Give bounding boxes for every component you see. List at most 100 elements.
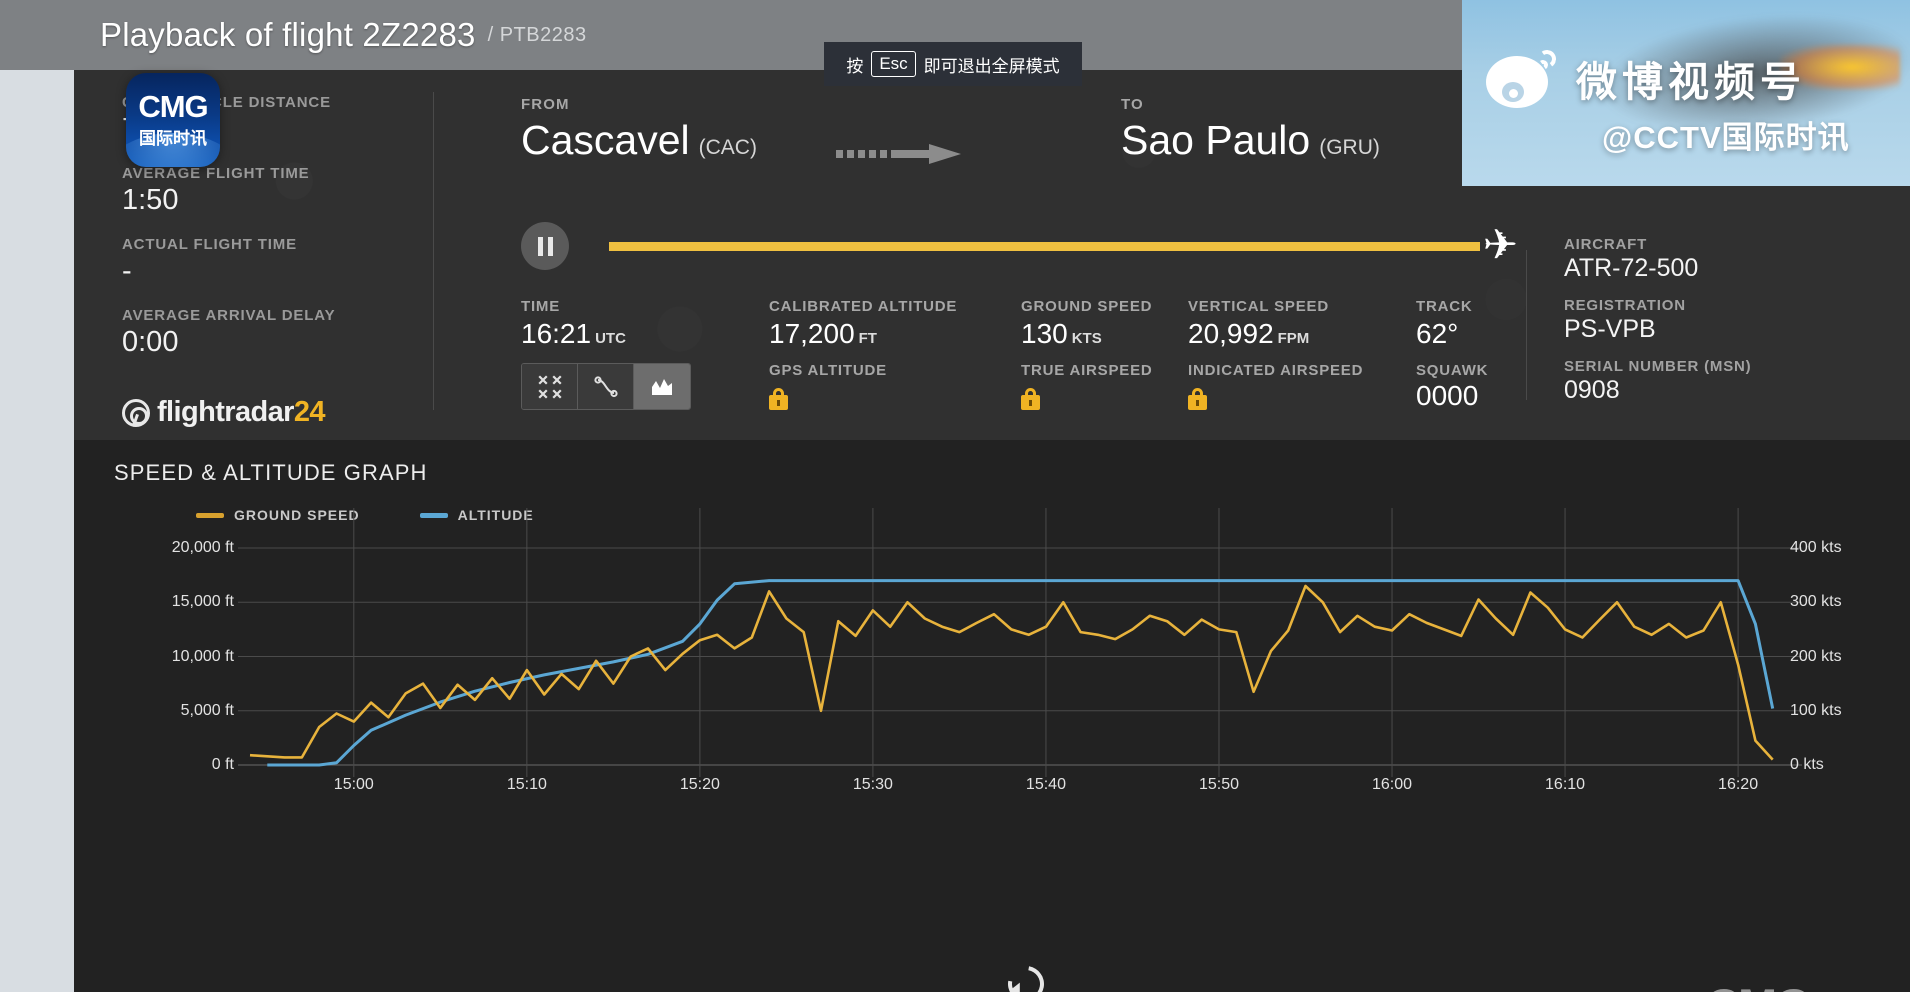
route-destination: TO Sao Paulo (GRU) — [1121, 96, 1380, 164]
x-axis-tick-label: 16:00 — [1371, 776, 1413, 793]
app-root: Playback of flight 2Z2283 / PTB2283 按 Es… — [0, 0, 1910, 992]
x-axis-tick-label: 16:20 — [1718, 776, 1759, 793]
metric-sub-label: TRUE AIRSPEED — [1021, 362, 1153, 379]
route-line-icon — [593, 375, 618, 397]
playback-progress-slider[interactable]: ✈ — [609, 223, 1518, 265]
title-callsign: PTB2283 — [499, 23, 587, 46]
lock-icon[interactable] — [1188, 388, 1207, 410]
page-title: Playback of flight 2Z2283 — [100, 16, 476, 53]
stat-average-flight-time: AVERAGE FLIGHT TIME 1:50 — [122, 165, 384, 217]
lock-icon[interactable] — [769, 388, 788, 410]
metric-track: TRACK 62° SQUAWK 0000 — [1416, 298, 1488, 412]
playback-controls: ✈ — [521, 218, 1526, 274]
aircraft-label: REGISTRATION — [1564, 297, 1686, 314]
x-axis-tick-label: 15:30 — [852, 776, 893, 793]
aircraft-label: SERIAL NUMBER (MSN) — [1564, 358, 1752, 375]
route-and-playback-column: FROM Cascavel (CAC) TO Sao Paulo (GRU) ✈… — [433, 70, 1526, 440]
aircraft-value: 0908 — [1564, 376, 1620, 404]
y-axis-left-tick-label: 15,000 ft — [171, 593, 234, 611]
y-axis-right-tick-label: 200 kts — [1790, 647, 1842, 665]
metric-value: 17,200 — [769, 318, 855, 349]
playback-progress-fill — [609, 241, 1480, 251]
fr24-name: flightradar — [157, 396, 294, 428]
route-to-city: Sao Paulo — [1121, 117, 1311, 163]
pause-icon-bar — [537, 236, 543, 256]
video-letterbox-left — [0, 0, 74, 992]
title-separator: / — [487, 23, 494, 46]
flightradar24-wordmark: flightradar24 — [157, 396, 325, 429]
weibo-logo-icon — [1486, 48, 1560, 108]
flight-summary-column: GREAT CIRCLE DISTANCE 73 AVERAGE FLIGHT … — [74, 70, 384, 440]
y-axis-left-tick-label: 10,000 ft — [171, 647, 234, 665]
cmg-watermark: CMG 国际时讯 — [1706, 982, 1812, 992]
metric-unit: FT — [858, 330, 877, 347]
x-axis-tick-label: 15:40 — [1025, 776, 1066, 793]
stat-label: AVERAGE ARRIVAL DELAY — [122, 307, 336, 324]
collapse-view-button[interactable] — [522, 364, 578, 409]
lock-icon[interactable] — [1021, 388, 1040, 410]
cmg-watermark-letters: CMG — [1706, 982, 1812, 992]
speed-altitude-graph-panel: SPEED & ALTITUDE GRAPH GROUND SPEED ALTI… — [74, 440, 1910, 992]
aircraft-label: AIRCRAFT — [1564, 236, 1648, 253]
metric-unit: UTC — [595, 330, 626, 347]
y-axis-right-tick-label: 100 kts — [1790, 701, 1842, 719]
graph-view-button[interactable] — [634, 364, 690, 409]
y-axis-right-ticks: 0 kts 100 kts 200 kts 300 kts 400 kts — [1790, 440, 1910, 992]
x-axis-tick-label: 15:00 — [333, 776, 374, 793]
weibo-title: 微博视频号 — [1576, 59, 1806, 105]
fr24-suffix: 24 — [293, 396, 326, 428]
metric-label: VERTICAL SPEED — [1188, 298, 1329, 315]
metric-value: 130 — [1021, 318, 1068, 349]
metric-sub-label: SQUAWK — [1416, 362, 1489, 379]
metric-value-wrap: 20,992 FPM — [1188, 318, 1363, 350]
stat-value: 1:50 — [122, 184, 179, 216]
stat-label: ACTUAL FLIGHT TIME — [122, 236, 298, 253]
stat-value: 0:00 — [122, 326, 179, 358]
route-to-code: (GRU) — [1319, 136, 1380, 159]
weibo-title-row: 微博视频号 — [1486, 48, 1806, 108]
radar-icon — [122, 398, 150, 427]
metric-value: 62° — [1416, 318, 1459, 349]
aircraft-type: AIRCRAFT ATR-72-500 — [1564, 236, 1910, 283]
x-axis-tick-label: 16:10 — [1545, 776, 1586, 793]
x-axis-tick-label: 15:50 — [1198, 776, 1240, 793]
aircraft-registration: REGISTRATION PS-VPB — [1564, 297, 1910, 344]
esc-tooltip-suffix: 即可退出全屏模式 — [923, 56, 1060, 76]
graph-plot — [238, 508, 1802, 777]
metric-calibrated-altitude: CALIBRATED ALTITUDE 17,200 FT GPS ALTITUD… — [769, 298, 957, 410]
video-letterbox-left-top — [0, 0, 74, 70]
aircraft-value: ATR-72-500 — [1564, 254, 1699, 282]
route-from-label: FROM — [521, 96, 570, 113]
plane-marker-icon[interactable]: ✈ — [1483, 223, 1518, 266]
cmg-chinese-label: 国际时讯 — [139, 129, 207, 148]
y-axis-left-ticks: 0 ft 5,000 ft 10,000 ft 15,000 ft 20,000 ft — [74, 440, 234, 992]
metric-unit: FPM — [1277, 330, 1310, 347]
metric-value: 16:21 — [521, 318, 592, 349]
pause-icon-bar — [547, 236, 553, 256]
x-axis-ticks: 15:00 15:10 15:20 15:30 15:40 15:50 16:00 16:10… — [74, 776, 1910, 806]
pause-button[interactable] — [521, 222, 569, 270]
esc-key-badge: Esc — [871, 51, 916, 77]
stat-value: - — [122, 255, 132, 287]
y-axis-left-tick-label: 20,000 ft — [171, 539, 234, 556]
collapse-icon — [537, 374, 562, 399]
y-axis-left-tick-label: 0 ft — [211, 756, 234, 773]
area-chart-icon — [652, 378, 672, 395]
cmg-letters: CMG — [138, 89, 208, 124]
metric-value-wrap: 130 KTS — [1021, 318, 1153, 350]
route-from-city: Cascavel — [521, 117, 690, 163]
y-axis-right-tick-label: 400 kts — [1790, 539, 1842, 556]
metric-label: TIME — [521, 298, 561, 315]
stat-actual-flight-time: ACTUAL FLIGHT TIME - — [122, 236, 384, 288]
route-from-code: (CAC) — [698, 136, 757, 159]
route-origin: FROM Cascavel (CAC) — [521, 96, 757, 164]
metric-sub-label: GPS ALTITUDE — [769, 362, 887, 379]
x-axis-tick-label: 15:10 — [506, 776, 547, 793]
metric-value-wrap: 17,200 FT — [769, 318, 957, 350]
esc-tooltip-prefix: 按 — [846, 56, 864, 76]
route-to-label: TO — [1121, 96, 1144, 113]
cmg-logo-badge: CMG 国际时讯 — [126, 73, 220, 167]
route-view-button[interactable] — [578, 364, 634, 409]
route-arrow-icon — [836, 142, 981, 166]
x-axis-tick-label: 15:20 — [679, 776, 720, 793]
